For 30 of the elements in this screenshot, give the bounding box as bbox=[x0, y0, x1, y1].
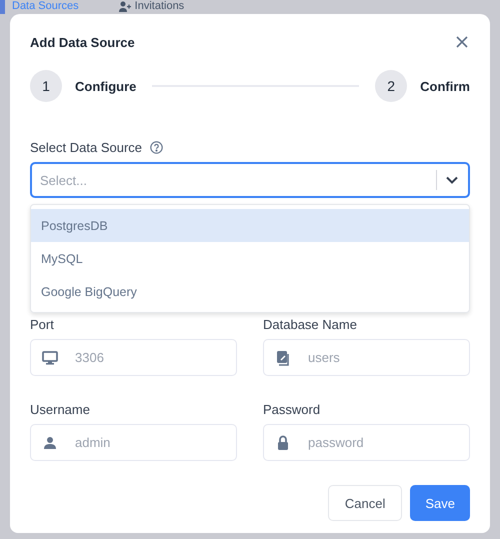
close-icon bbox=[456, 36, 468, 48]
cancel-button[interactable]: Cancel bbox=[328, 485, 402, 521]
field-label: Password bbox=[263, 400, 322, 418]
step-label: Configure bbox=[75, 78, 136, 94]
input-field[interactable]: admin bbox=[30, 424, 237, 461]
dropdown-option[interactable]: PostgresDB bbox=[31, 209, 469, 242]
step-number: 1 bbox=[30, 70, 62, 102]
step-label: Confirm bbox=[420, 78, 470, 94]
input-field[interactable]: 3306 bbox=[30, 339, 237, 376]
input-field[interactable]: users bbox=[263, 339, 470, 376]
input-field[interactable]: password bbox=[263, 424, 470, 461]
lock-icon bbox=[277, 434, 289, 450]
person-icon bbox=[43, 436, 57, 450]
monitor-icon bbox=[42, 350, 58, 364]
tab[interactable]: Invitations bbox=[118, 0, 184, 13]
field-label: Database Name bbox=[263, 316, 358, 333]
help-icon[interactable] bbox=[150, 140, 164, 154]
save-button[interactable]: Save bbox=[410, 485, 470, 521]
close-button[interactable] bbox=[454, 34, 470, 50]
step-number: 2 bbox=[375, 70, 408, 102]
dropdown-option[interactable]: MySQL bbox=[31, 242, 469, 275]
add-user-icon bbox=[118, 1, 131, 12]
document-icon bbox=[276, 350, 290, 366]
field-label: Username bbox=[30, 400, 91, 418]
chevron-down-icon[interactable] bbox=[446, 176, 458, 184]
field-label: Select Data Source bbox=[30, 140, 142, 154]
dropdown-option[interactable]: Google BigQuery bbox=[31, 275, 469, 308]
dialog-title: Add Data Source bbox=[30, 34, 135, 50]
select-field[interactable]: Select... bbox=[30, 162, 470, 198]
field-label: Port bbox=[30, 316, 55, 333]
